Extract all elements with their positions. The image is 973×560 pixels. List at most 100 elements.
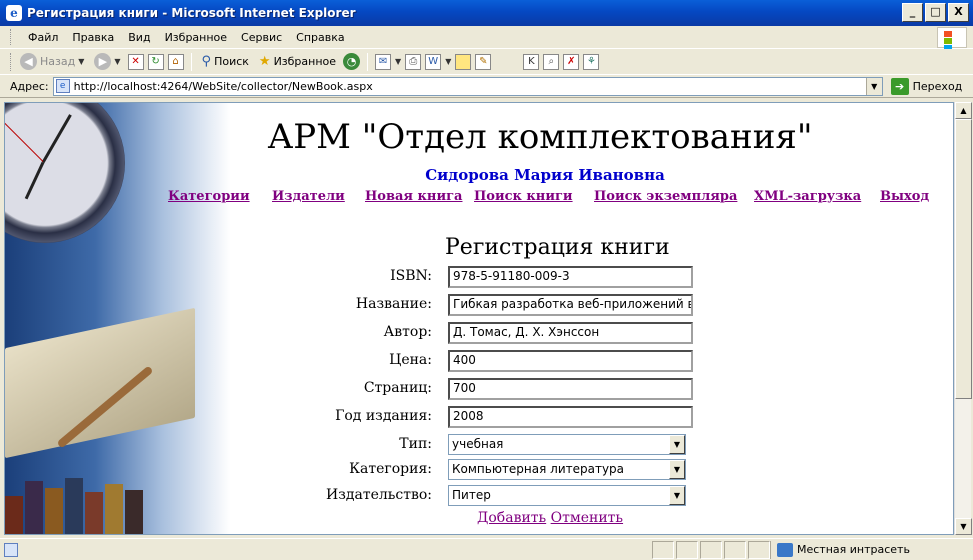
category-select[interactable]: Компьютерная литература ▼	[448, 459, 686, 480]
page-content: АРМ "Отдел комплектования" Сидорова Мари…	[168, 103, 950, 534]
current-user-name: Сидорова Мария Ивановна	[425, 166, 665, 184]
title-bar: e Регистрация книги - Microsoft Internet…	[0, 0, 973, 26]
favorites-button[interactable]: ★ Избранное	[256, 53, 339, 70]
author-input[interactable]: Д. Томас, Д. Х. Хэнссон	[448, 322, 693, 344]
forward-dropdown-icon[interactable]: ▼	[114, 57, 120, 66]
type-select-value: учебная	[452, 437, 504, 451]
research-icon[interactable]: ⌕	[543, 53, 560, 70]
go-label: Переход	[912, 79, 963, 93]
minimize-button[interactable]: _	[902, 3, 923, 22]
menu-file[interactable]: Файл	[21, 31, 65, 44]
scroll-down-icon[interactable]: ▼	[955, 518, 972, 535]
nav-link-search-copy[interactable]: Поиск экземпляра	[594, 189, 737, 204]
vertical-scrollbar[interactable]: ▲ ▼	[954, 102, 972, 535]
year-input[interactable]: 2008	[448, 406, 693, 428]
isbn-input[interactable]: 978-5-91180-009-3	[448, 266, 693, 288]
nav-link-xml-upload[interactable]: XML-загрузка	[754, 189, 861, 204]
mail-dropdown-icon[interactable]: ▼	[395, 57, 401, 66]
mail-icon[interactable]: ✉	[375, 53, 392, 70]
price-input[interactable]: 400	[448, 350, 693, 372]
pages-label: Страниц:	[363, 380, 432, 396]
kaspersky-icon[interactable]: ✗	[563, 53, 580, 70]
k-icon[interactable]: K	[523, 53, 540, 70]
title-row: Название: Гибкая разработка веб-приложен…	[230, 294, 950, 318]
back-button[interactable]: ◀ Назад ▼	[17, 52, 87, 71]
status-pane	[724, 540, 746, 559]
search-button[interactable]: ⚲ Поиск	[199, 53, 252, 70]
menu-favorites[interactable]: Избранное	[158, 31, 234, 44]
nav-link-new-book[interactable]: Новая книга	[365, 189, 462, 204]
intranet-icon	[777, 542, 793, 557]
isbn-label: ISBN:	[390, 268, 432, 284]
menu-tools[interactable]: Сервис	[234, 31, 289, 44]
home-icon[interactable]: ⌂	[167, 53, 184, 70]
author-label: Автор:	[383, 324, 432, 340]
category-dropdown-icon[interactable]: ▼	[669, 460, 685, 479]
nav-link-search-book[interactable]: Поиск книги	[474, 189, 573, 204]
window-controls: _ □ X	[902, 3, 969, 22]
go-arrow-icon: ➔	[890, 77, 909, 95]
scroll-thumb[interactable]	[955, 119, 972, 399]
favorites-label: Избранное	[273, 55, 337, 68]
star-icon: ★	[258, 54, 271, 69]
toolbar-grip	[10, 52, 13, 71]
edit-dropdown-icon[interactable]: ▼	[445, 57, 451, 66]
publisher-select[interactable]: Питер ▼	[448, 485, 686, 506]
cancel-link[interactable]: Отменить	[551, 510, 623, 526]
address-url[interactable]: http://localhost:4264/WebSite/collector/…	[74, 80, 373, 93]
publisher-dropdown-icon[interactable]: ▼	[669, 486, 685, 505]
messenger-icon[interactable]: ✎	[475, 53, 492, 70]
status-page-icon	[4, 542, 18, 557]
forward-button[interactable]: ▶ ▼	[91, 52, 123, 71]
back-dropdown-icon[interactable]: ▼	[78, 57, 84, 66]
toolbar-separator	[367, 52, 369, 71]
scroll-up-icon[interactable]: ▲	[955, 102, 972, 119]
media-icon[interactable]: ◔	[343, 53, 361, 70]
maximize-button[interactable]: □	[925, 3, 946, 22]
nav-link-logout[interactable]: Выход	[880, 189, 929, 204]
clock-image	[5, 103, 125, 243]
print-icon[interactable]: ⎙	[405, 53, 422, 70]
pages-input[interactable]: 700	[448, 378, 693, 400]
menu-edit[interactable]: Правка	[65, 31, 121, 44]
menu-view[interactable]: Вид	[121, 31, 157, 44]
window-title: Регистрация книги - Microsoft Internet E…	[27, 6, 356, 20]
type-label: Тип:	[399, 436, 432, 452]
network-icon[interactable]: ⚘	[583, 53, 600, 70]
close-button[interactable]: X	[948, 3, 969, 22]
status-pane	[748, 540, 770, 559]
page-icon: e	[55, 79, 70, 93]
nav-link-publishers[interactable]: Издатели	[272, 189, 345, 204]
price-label: Цена:	[389, 352, 432, 368]
stop-icon[interactable]: ✕	[127, 53, 144, 70]
title-input[interactable]: Гибкая разработка веб-приложений в ср	[448, 294, 693, 316]
search-label: Поиск	[214, 55, 249, 68]
year-label: Год издания:	[335, 408, 432, 424]
publisher-select-value: Питер	[452, 488, 491, 502]
envelope-image	[5, 307, 195, 459]
word-edit-icon[interactable]: W	[425, 53, 442, 70]
status-pane	[676, 540, 698, 559]
nav-link-categories[interactable]: Категории	[168, 189, 250, 204]
toolbar-separator	[190, 52, 192, 71]
address-input[interactable]: e http://localhost:4264/WebSite/collecto…	[52, 76, 883, 96]
category-select-value: Компьютерная литература	[452, 462, 625, 476]
go-button[interactable]: ➔ Переход	[890, 77, 963, 95]
forward-arrow-icon: ▶	[94, 53, 112, 70]
type-dropdown-icon[interactable]: ▼	[669, 435, 685, 454]
decorative-side-image	[5, 103, 230, 534]
publisher-label: Издательство:	[326, 487, 432, 503]
browser-window: e Регистрация книги - Microsoft Internet…	[0, 0, 973, 560]
add-link[interactable]: Добавить	[477, 510, 546, 526]
address-dropdown-icon[interactable]: ▼	[865, 77, 882, 95]
type-select[interactable]: учебная ▼	[448, 434, 686, 455]
pages-row: Страниц: 700	[230, 378, 950, 402]
form-title: Регистрация книги	[445, 235, 670, 260]
standard-toolbar: ◀ Назад ▼ ▶ ▼ ✕ ↻ ⌂ ⚲ Поиск ★ Избранное …	[0, 49, 973, 75]
status-bar: Местная интрасеть	[0, 538, 973, 560]
zone-label: Местная интрасеть	[797, 543, 910, 556]
note-icon[interactable]	[455, 53, 472, 70]
refresh-icon[interactable]: ↻	[147, 53, 164, 70]
menu-help[interactable]: Справка	[289, 31, 351, 44]
clock-hour-hand	[24, 161, 45, 200]
